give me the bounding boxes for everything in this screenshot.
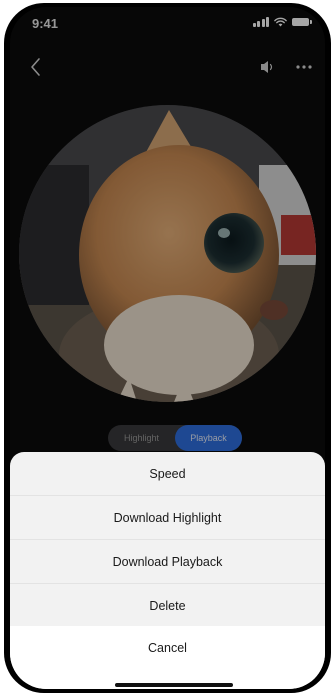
- download-playback-option[interactable]: Download Playback: [10, 540, 325, 584]
- action-sheet: Speed Download Highlight Download Playba…: [10, 452, 325, 689]
- screen: 9:41 Highlight Playback Speed Download H…: [10, 7, 325, 689]
- delete-option[interactable]: Delete: [10, 584, 325, 627]
- cancel-area: Cancel: [10, 626, 325, 689]
- download-highlight-option[interactable]: Download Highlight: [10, 496, 325, 540]
- home-indicator[interactable]: [115, 683, 233, 687]
- speed-option[interactable]: Speed: [10, 452, 325, 496]
- cancel-button[interactable]: Cancel: [10, 626, 325, 669]
- phone-frame: 9:41 Highlight Playback Speed Download H…: [0, 0, 335, 696]
